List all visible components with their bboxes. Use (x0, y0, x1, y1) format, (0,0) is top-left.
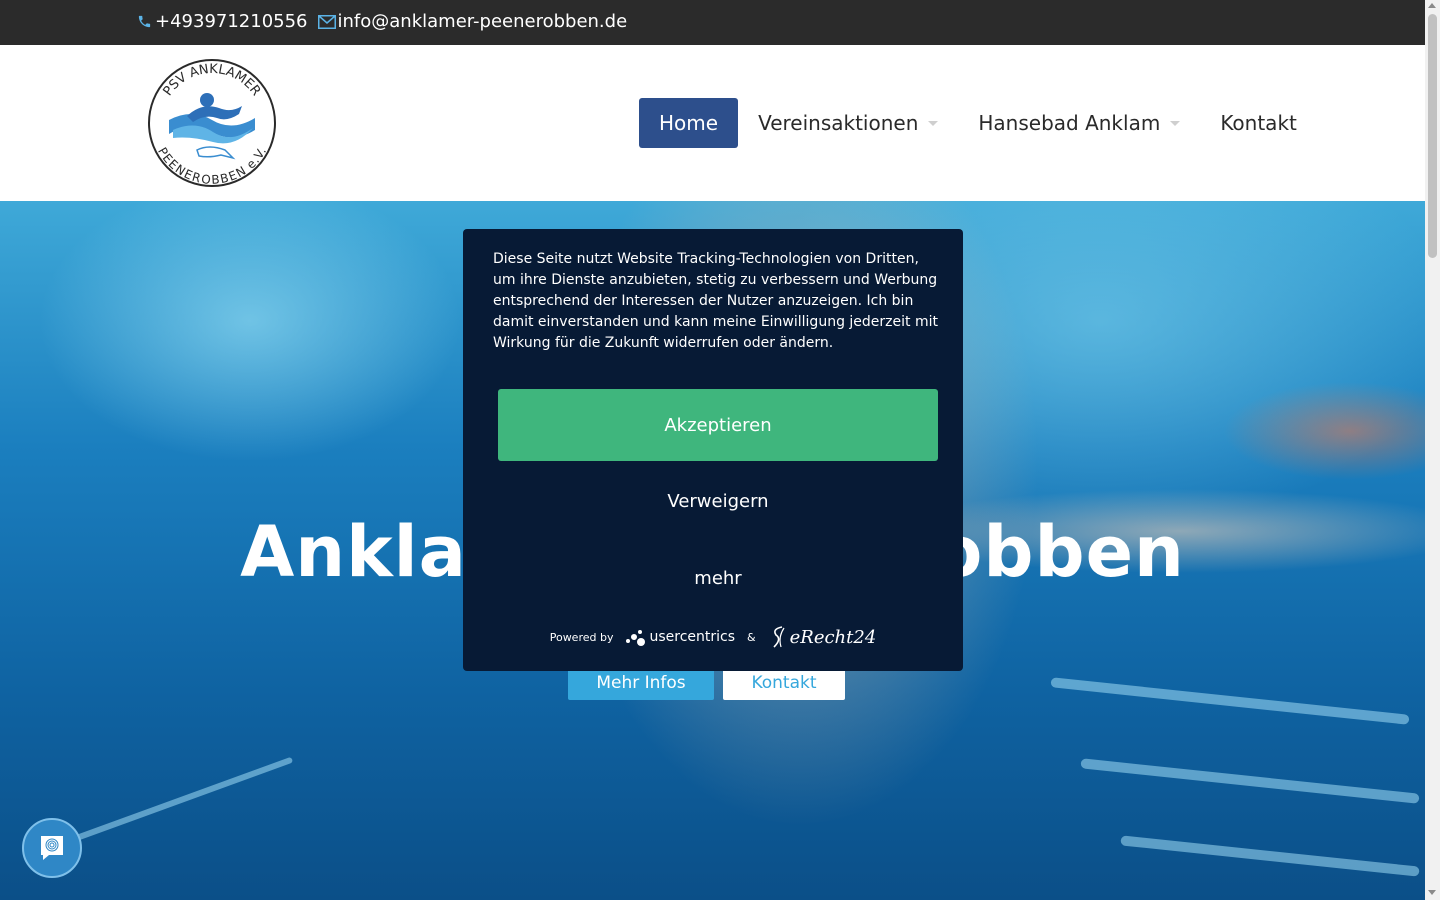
nav-home-label: Home (659, 111, 719, 135)
site-header: PSV ANKLAMER PEENEROBBEN e.V. Home Verei… (0, 45, 1425, 201)
scrollbar-thumb[interactable] (1428, 14, 1437, 258)
nav-hansebad-anklam-label: Hansebad Anklam (978, 111, 1161, 135)
more-info-button[interactable]: Mehr Infos (568, 666, 714, 700)
page-scrollbar[interactable] (1425, 0, 1440, 900)
contact-button[interactable]: Kontakt (723, 666, 845, 700)
erecht24-label: eRecht24 (789, 626, 877, 648)
club-logo[interactable]: PSV ANKLAMER PEENEROBBEN e.V. (147, 58, 277, 188)
deny-button[interactable]: Verweigern (498, 481, 938, 521)
powered-by: Powered by usercentrics & eRecht24 (463, 625, 963, 649)
usercentrics-icon (626, 630, 646, 646)
hero-buttons: Mehr Infos Kontakt (568, 666, 845, 700)
nav-vereinsaktionen[interactable]: Vereinsaktionen (738, 98, 958, 148)
privacy-settings-button[interactable] (22, 818, 82, 878)
cookie-consent-dialog: Diese Seite nutzt Website Tracking-Techn… (463, 229, 963, 671)
pool-lane-stripe (46, 756, 294, 852)
fingerprint-icon (41, 836, 63, 860)
phone-number: +493971210556 (155, 11, 308, 32)
nav-kontakt-label: Kontakt (1220, 111, 1297, 135)
usercentrics-label: usercentrics (649, 629, 736, 645)
consent-text: Diese Seite nutzt Website Tracking-Techn… (493, 251, 938, 351)
nav-kontakt[interactable]: Kontakt (1200, 98, 1317, 148)
nav-home[interactable]: Home (639, 98, 739, 148)
phone-icon (135, 13, 153, 31)
main-navigation: Home Vereinsaktionen Hansebad Anklam Kon… (639, 98, 1317, 148)
scroll-down-icon[interactable] (1428, 890, 1436, 895)
pool-lane-stripe (1050, 677, 1410, 725)
usercentrics-logo[interactable]: usercentrics (625, 627, 735, 647)
top-contact-bar: +493971210556 info@anklamer-peenerobben.… (0, 0, 1425, 45)
erecht24-icon (773, 626, 785, 648)
phone-link[interactable]: +493971210556 (135, 11, 308, 32)
powered-by-label: Powered by (549, 630, 614, 644)
contact-info: +493971210556 info@anklamer-peenerobben.… (135, 11, 637, 32)
email-link[interactable]: info@anklamer-peenerobben.de (317, 11, 628, 32)
nav-vereinsaktionen-label: Vereinsaktionen (758, 111, 919, 135)
chevron-down-icon (928, 120, 939, 126)
erecht24-logo[interactable]: eRecht24 (768, 625, 877, 649)
nav-hansebad-anklam[interactable]: Hansebad Anklam (958, 98, 1200, 148)
scroll-up-icon[interactable] (1428, 3, 1436, 8)
pool-lane-stripe (1120, 835, 1420, 877)
chevron-down-icon (1170, 120, 1181, 126)
pool-lane-stripe (1080, 758, 1420, 804)
ampersand: & (747, 630, 756, 644)
accept-button[interactable]: Akzeptieren (498, 389, 938, 461)
email-address: info@anklamer-peenerobben.de (337, 11, 628, 32)
envelope-icon (317, 13, 336, 31)
more-button[interactable]: mehr (498, 558, 938, 598)
